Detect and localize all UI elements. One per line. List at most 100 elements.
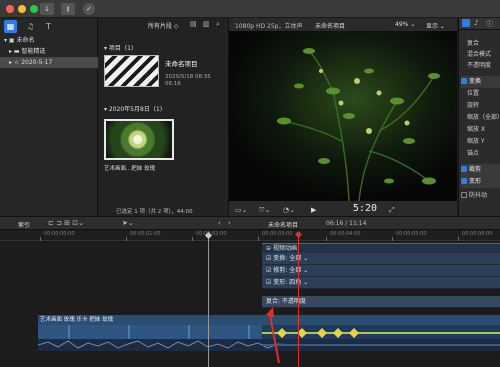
inspector-item[interactable]: 位置 — [461, 88, 500, 100]
project-date: 2020/5/18 08:35 — [165, 74, 211, 80]
audio-inspector-icon[interactable]: ♪ — [474, 19, 478, 27]
titles-generators-icon[interactable]: T — [42, 20, 55, 33]
timeline-project-time: 06:16 / 11:14 — [326, 220, 367, 227]
inspector-item[interactable]: 缩放（全部） — [461, 112, 500, 124]
lane-dropdown-icon[interactable]: ⌄ — [301, 279, 308, 286]
zoom-window-button[interactable] — [30, 5, 38, 13]
viewer-panel: 1080p HD 25p，立体声 未命名项目 49% ⌄ 显示 ⌄ ▭⌄ ⤧⌄ … — [229, 18, 457, 216]
inspector-item[interactable]: 缩放 X — [461, 124, 500, 136]
title-bar: ↓ ⚷ ✓ — [0, 0, 500, 18]
inspector-item-label: 混合模式 — [467, 51, 492, 58]
info-inspector-icon[interactable]: ⓘ — [486, 19, 493, 29]
event-label: 2020-5-17 — [21, 59, 53, 66]
event-item[interactable]: ▸ ☆ 2020-5-17 — [0, 57, 98, 68]
inspector-item-label: 变换 — [469, 78, 482, 85]
inspector-item-label: 缩放（全部） — [467, 114, 500, 121]
library-sidebar: ▦ ♫ T ▾ ▣ 未命名 ▸ ▬ 智能精选 ▸ ☆ 2020-5-17 — [0, 18, 98, 216]
viewer-title: 未命名项目 — [315, 23, 346, 30]
inspector-toolbar: ♪ ⓘ — [459, 18, 500, 30]
inspector-item[interactable]: 锚点 — [461, 148, 500, 160]
project-duration: 06:16 — [165, 81, 181, 87]
forward-icon[interactable]: › — [228, 219, 231, 227]
inspector-item[interactable]: 防抖动 — [461, 190, 500, 202]
inspector-item-label: 防抖动 — [469, 192, 488, 199]
minimize-window-button[interactable] — [18, 5, 26, 13]
photos-audio-icon[interactable]: ♫ — [24, 20, 37, 33]
video-inspector-icon[interactable] — [462, 19, 470, 27]
checkbox-icon[interactable] — [461, 192, 467, 198]
viewer-settings-icon[interactable]: ▭⌄ — [235, 206, 247, 214]
inspector-item-label: 缩放 Y — [467, 138, 485, 145]
video-animation-label: 视频动画 — [272, 245, 297, 252]
inspector-item[interactable]: 裁剪 — [461, 164, 500, 176]
inspector-item[interactable]: 变换 — [461, 76, 500, 88]
date-section-header[interactable]: ▾ 2020年5月8日 (1) — [104, 104, 162, 113]
ruler-timecode: 00:00:00:00 — [44, 231, 75, 237]
inspector-item[interactable]: 变形 — [461, 176, 500, 188]
projects-section-header[interactable]: ▾ 项目 (1) — [104, 43, 133, 52]
inspector-item-label: 不透明度 — [467, 62, 492, 69]
inspector-item-label: 缩放 X — [467, 126, 486, 133]
zoom-menu[interactable]: 49% ⌄ — [395, 21, 415, 28]
timeline-body: ⊖ 视频动画 ☑ 变换: 全部 ⌄ ☑ 修剪: 全部 ⌄ ☑ 变形: 四角 ⌄ 复合:… — [0, 241, 500, 367]
edit-tools-icon[interactable]: ⊏ ⊐ ⊞ ⊡⌄ — [48, 219, 84, 227]
plant-image — [229, 31, 457, 201]
clip-filter-label: 所有片段 — [148, 23, 173, 30]
ruler-timecode: 00:00:06:00 — [462, 231, 493, 237]
inspector-item-label: 锚点 — [467, 150, 480, 157]
skimmer-line[interactable] — [208, 233, 209, 367]
smart-collections-label: 智能精选 — [21, 48, 46, 55]
smart-collections-item[interactable]: ▸ ▬ 智能精选 — [0, 46, 98, 57]
timeline-header: 索引 ⊏ ⊐ ⊞ ⊡⌄ ➤⌄ ‹ › 未命名项目 06:16 / 11:14 — [0, 216, 500, 230]
clip-appearance-icon[interactable]: ▤ — [190, 20, 197, 28]
projects-count: (1) — [124, 45, 134, 52]
inspector-item[interactable]: 旋转 — [461, 100, 500, 112]
clip-thumbnail[interactable] — [104, 119, 174, 160]
inspector-item-label: 变形 — [469, 178, 482, 185]
format-label: 1080p HD 25p，立体声 — [235, 23, 303, 30]
inspector-item[interactable]: 缩放 Y — [461, 136, 500, 148]
date-header-label: 2020年5月8日 — [108, 106, 150, 113]
back-icon[interactable]: ‹ — [218, 219, 221, 227]
final-cut-window: ↓ ⚷ ✓ ▦ ♫ T ▾ ▣ 未命名 ▸ ▬ 智能精选 ▸ ☆ 2020-5-… — [0, 0, 500, 367]
inspector-panel: ♪ ⓘ 复合 混合模式 不透明度 变换 位置 旋转 缩放（全部） 缩放 X 缩放 Y 锚点 裁剪 变形… — [458, 18, 500, 216]
ruler-timecode: 00:00:04:00 — [330, 231, 361, 237]
inspector-item[interactable]: 不透明度 — [461, 60, 500, 72]
checkbox-icon[interactable] — [461, 78, 467, 84]
browser-panel: 所有片段 ◇ ▤ ▥ ⌕ ▾ 项目 (1) 未命名项目 2020/5/18 08… — [98, 18, 229, 216]
timecode-display[interactable]: 5:20 — [319, 203, 377, 215]
browser-status: 已选定 1 项（共 2 项），44:00 — [116, 209, 193, 215]
checkbox-icon[interactable] — [461, 166, 467, 172]
ruler-timecode: 00:00:05:00 — [396, 231, 427, 237]
import-icon[interactable]: ↓ — [40, 3, 54, 15]
fullscreen-icon[interactable]: ⤢ — [389, 206, 395, 215]
lane-dropdown-icon[interactable]: ⌄ — [301, 255, 308, 262]
projects-header-label: 项目 — [108, 45, 121, 52]
lane-dropdown-icon[interactable]: ⌄ — [301, 267, 308, 274]
select-tool-icon[interactable]: ➤⌄ — [122, 219, 134, 227]
library-item[interactable]: ▾ ▣ 未命名 — [0, 35, 98, 46]
clip-video-strip[interactable] — [38, 325, 262, 339]
library-name: 未命名 — [16, 37, 35, 44]
project-title: 未命名项目 — [165, 60, 198, 68]
inspector-item-label: 旋转 — [467, 102, 480, 109]
video-frame[interactable] — [229, 31, 457, 201]
background-tasks-icon[interactable]: ✓ — [83, 3, 95, 15]
filmstrip-icon[interactable]: ▥ — [203, 20, 210, 28]
play-button[interactable]: ▶ — [311, 206, 316, 214]
close-window-button[interactable] — [6, 5, 14, 13]
inspector-item-label: 裁剪 — [469, 166, 482, 173]
speed-icon[interactable]: ◔⌄ — [283, 206, 295, 214]
view-menu[interactable]: 显示 ⌄ — [426, 21, 445, 30]
search-icon[interactable]: ⌕ — [216, 20, 220, 29]
timeline-project-name: 未命名项目 — [268, 222, 299, 229]
libraries-icon[interactable]: ▦ — [4, 20, 17, 33]
playhead-line[interactable] — [298, 233, 299, 367]
red-arrow-annotation — [266, 307, 280, 364]
transform-tool-icon[interactable]: ⤧⌄ — [259, 206, 270, 215]
clip-filter-menu[interactable]: 所有片段 ◇ — [148, 21, 179, 30]
project-thumbnail[interactable] — [104, 55, 159, 87]
key-icon[interactable]: ⚷ — [61, 3, 75, 15]
checkbox-icon[interactable] — [461, 178, 467, 184]
index-button[interactable]: 索引 — [18, 220, 30, 229]
